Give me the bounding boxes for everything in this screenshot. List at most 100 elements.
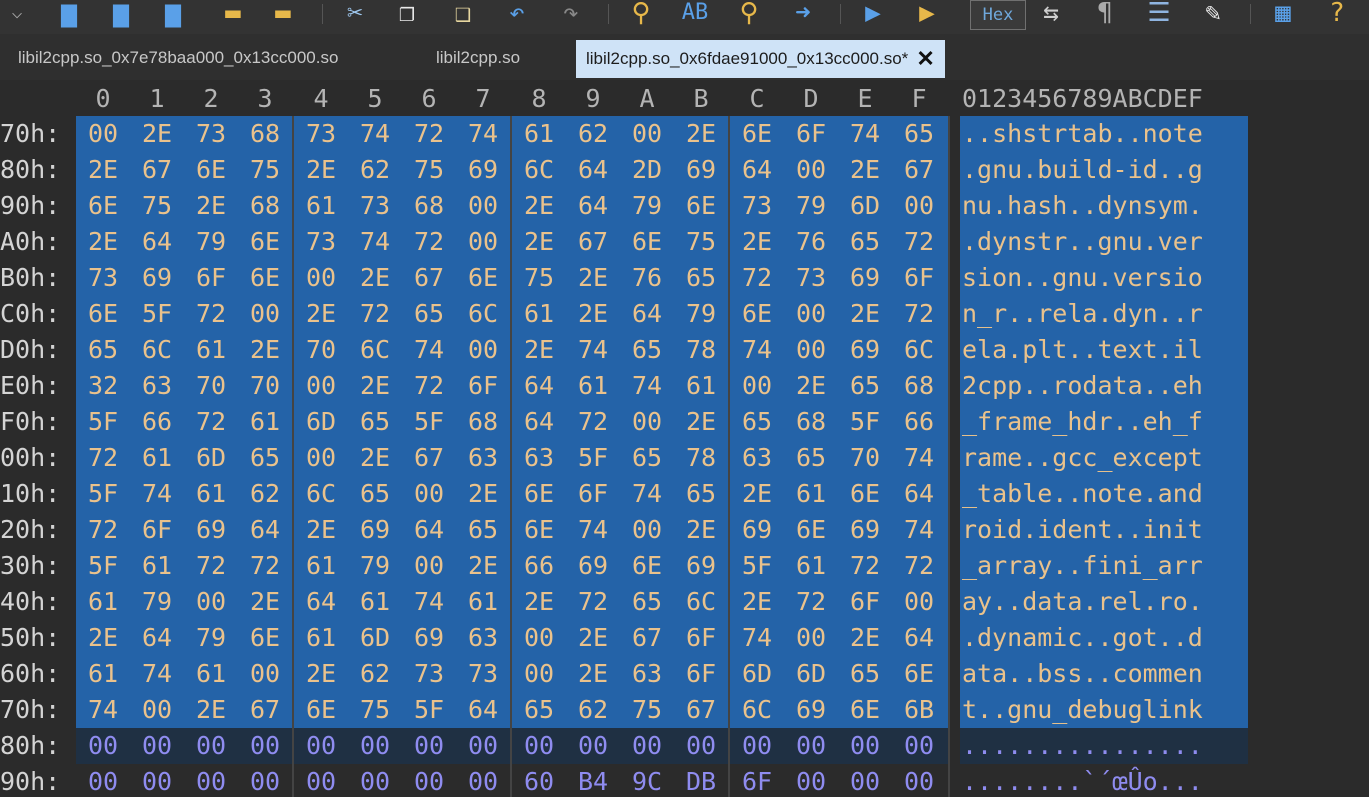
hex-byte[interactable]: 73	[730, 188, 784, 224]
hex-byte[interactable]: 2E	[348, 368, 402, 404]
hex-byte[interactable]: 61	[784, 548, 838, 584]
hex-byte[interactable]: 63	[730, 440, 784, 476]
hex-byte[interactable]: 00	[184, 584, 238, 620]
hex-byte[interactable]: DB	[674, 764, 728, 797]
hex-byte[interactable]: 6C	[130, 332, 184, 368]
highlight-icon[interactable]: ✎	[1196, 0, 1230, 30]
hex-byte[interactable]: 78	[674, 440, 728, 476]
ascii-text[interactable]: ..shstrtab..note	[962, 116, 1252, 152]
hex-byte[interactable]: 2E	[456, 476, 510, 512]
hex-byte[interactable]: 2E	[76, 152, 130, 188]
hex-byte[interactable]: 6F	[730, 764, 784, 797]
hex-byte[interactable]: 61	[512, 296, 566, 332]
hex-byte[interactable]: 6C	[730, 692, 784, 728]
hex-byte[interactable]: 72	[76, 440, 130, 476]
hex-byte[interactable]: 00	[294, 440, 348, 476]
ascii-text[interactable]: _frame_hdr..eh_f	[962, 404, 1252, 440]
hex-byte[interactable]: 00	[402, 728, 456, 764]
hex-byte[interactable]: 69	[566, 548, 620, 584]
hex-byte[interactable]: 5F	[76, 404, 130, 440]
hex-byte[interactable]: 73	[402, 656, 456, 692]
hex-byte[interactable]: 00	[892, 584, 946, 620]
hex-byte[interactable]: 79	[784, 188, 838, 224]
hex-byte[interactable]: 5F	[76, 476, 130, 512]
hex-byte[interactable]: 2E	[730, 584, 784, 620]
hex-byte[interactable]: 6D	[730, 656, 784, 692]
hex-byte[interactable]: 6F	[674, 620, 728, 656]
hex-byte[interactable]: 68	[456, 404, 510, 440]
ascii-text[interactable]: 2cpp..rodata..eh	[962, 368, 1252, 404]
hex-byte[interactable]: 74	[566, 332, 620, 368]
hex-byte[interactable]: 64	[294, 584, 348, 620]
hex-byte[interactable]: 5F	[402, 692, 456, 728]
copy-icon[interactable]: ❐	[390, 0, 424, 30]
hex-byte[interactable]: 74	[456, 116, 510, 152]
compare-icon[interactable]: ⇆	[1034, 0, 1068, 30]
help-icon[interactable]: ?	[1320, 0, 1354, 30]
hex-byte[interactable]: 6E	[620, 548, 674, 584]
hex-byte[interactable]: 6E	[238, 620, 292, 656]
hex-byte[interactable]: 00	[238, 728, 292, 764]
hex-byte[interactable]: 2E	[784, 368, 838, 404]
paragraph-icon[interactable]: ¶	[1088, 0, 1122, 30]
hex-byte[interactable]: 2E	[566, 620, 620, 656]
hex-byte[interactable]: 00	[238, 296, 292, 332]
hex-byte[interactable]: 6E	[620, 224, 674, 260]
hex-byte[interactable]: 67	[674, 692, 728, 728]
hex-byte[interactable]: 68	[238, 116, 292, 152]
hex-byte[interactable]: 00	[620, 512, 674, 548]
hex-byte[interactable]: 6E	[238, 224, 292, 260]
hex-byte[interactable]: 75	[130, 188, 184, 224]
hex-byte[interactable]: 65	[674, 476, 728, 512]
hex-byte[interactable]: 00	[566, 728, 620, 764]
hex-byte[interactable]: 72	[184, 296, 238, 332]
hex-byte[interactable]: 00	[784, 620, 838, 656]
hex-byte[interactable]: 73	[76, 260, 130, 296]
hex-byte[interactable]: 2E	[130, 116, 184, 152]
hex-byte[interactable]: 65	[784, 440, 838, 476]
hex-byte[interactable]: 64	[892, 620, 946, 656]
hex-byte[interactable]: 6E	[512, 512, 566, 548]
hex-byte[interactable]: 67	[238, 692, 292, 728]
hex-byte[interactable]: 6E	[184, 152, 238, 188]
hex-byte[interactable]: 2E	[294, 152, 348, 188]
hex-byte[interactable]: 00	[130, 692, 184, 728]
hex-byte[interactable]: 62	[566, 116, 620, 152]
hex-byte[interactable]: 74	[402, 584, 456, 620]
hex-byte[interactable]: 61	[348, 584, 402, 620]
hex-byte[interactable]: 32	[76, 368, 130, 404]
hex-byte[interactable]: 62	[566, 692, 620, 728]
ascii-text[interactable]: nu.hash..dynsym.	[962, 188, 1252, 224]
ascii-text[interactable]: ata..bss..commen	[962, 656, 1252, 692]
hex-byte[interactable]: 6C	[512, 152, 566, 188]
hex-byte[interactable]: 74	[130, 656, 184, 692]
ascii-text[interactable]: ela.plt..text.il	[962, 332, 1252, 368]
hex-byte[interactable]: 65	[730, 404, 784, 440]
hex-byte[interactable]: 68	[402, 188, 456, 224]
hex-byte[interactable]: 00	[620, 116, 674, 152]
hex-byte[interactable]: 2E	[730, 224, 784, 260]
hex-byte[interactable]: 61	[294, 188, 348, 224]
hex-byte[interactable]: 00	[294, 368, 348, 404]
hex-byte[interactable]: 65	[620, 440, 674, 476]
tab-file-3-active[interactable]: libil2cpp.so_0x6fdae91000_0x13cc000.so* …	[576, 40, 945, 78]
hex-byte[interactable]: 61	[784, 476, 838, 512]
hex-byte[interactable]: 72	[402, 368, 456, 404]
hex-byte[interactable]: 6E	[730, 116, 784, 152]
open-files-icon[interactable]: ▬	[266, 0, 300, 30]
hex-byte[interactable]: 00	[76, 116, 130, 152]
hex-byte[interactable]: 6F	[566, 476, 620, 512]
hex-byte[interactable]: 72	[784, 584, 838, 620]
hex-byte[interactable]: 2E	[76, 224, 130, 260]
hex-byte[interactable]: 6E	[512, 476, 566, 512]
hex-byte[interactable]: 72	[892, 224, 946, 260]
hex-byte[interactable]: 66	[892, 404, 946, 440]
hex-byte[interactable]: 61	[130, 440, 184, 476]
ascii-text[interactable]: sion..gnu.versio	[962, 260, 1252, 296]
hex-byte[interactable]: 72	[184, 404, 238, 440]
hex-byte[interactable]: 67	[620, 620, 674, 656]
hex-byte[interactable]: 5F	[566, 440, 620, 476]
hex-byte[interactable]: 74	[130, 476, 184, 512]
hex-byte[interactable]: 00	[76, 728, 130, 764]
hex-byte[interactable]: 00	[456, 224, 510, 260]
